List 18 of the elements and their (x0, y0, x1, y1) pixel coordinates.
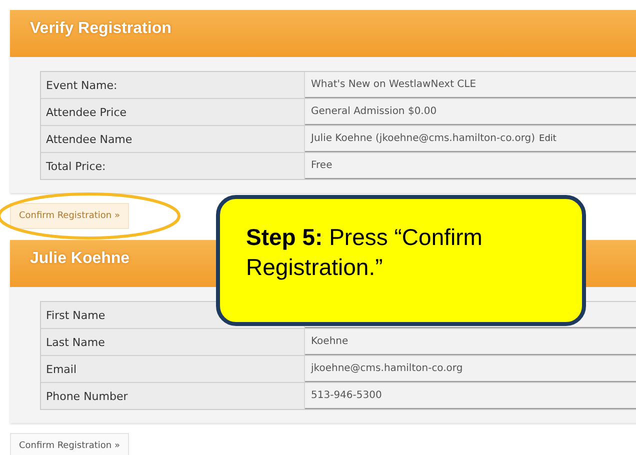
field-label: Email (41, 356, 305, 382)
field-label: Total Price: (41, 153, 305, 179)
value-text: Koehne (311, 336, 348, 347)
value-text: General Admission $0.00 (311, 106, 437, 117)
value-text: Free (311, 160, 332, 171)
section-title: Verify Registration (10, 10, 636, 57)
value-text: Julie Koehne (jkoehne@cms.hamilton-co.org) (311, 133, 536, 144)
field-label: Attendee Price (41, 99, 305, 125)
field-label: Attendee Name (41, 126, 305, 152)
value-text: jkoehne@cms.hamilton-co.org (311, 363, 463, 374)
value-text: 513-946-5300 (311, 390, 382, 401)
edit-link[interactable]: Edit (539, 134, 556, 144)
value-text: What's New on WestlawNext CLE (311, 79, 476, 90)
field-label: Phone Number (41, 383, 305, 409)
field-label: Event Name: (41, 72, 305, 98)
step-tooltip: Step 5: Press “Confirm Registration.” (216, 195, 586, 326)
confirm-registration-button[interactable]: Confirm Registration » (10, 433, 129, 455)
field-label: Last Name (41, 329, 305, 355)
